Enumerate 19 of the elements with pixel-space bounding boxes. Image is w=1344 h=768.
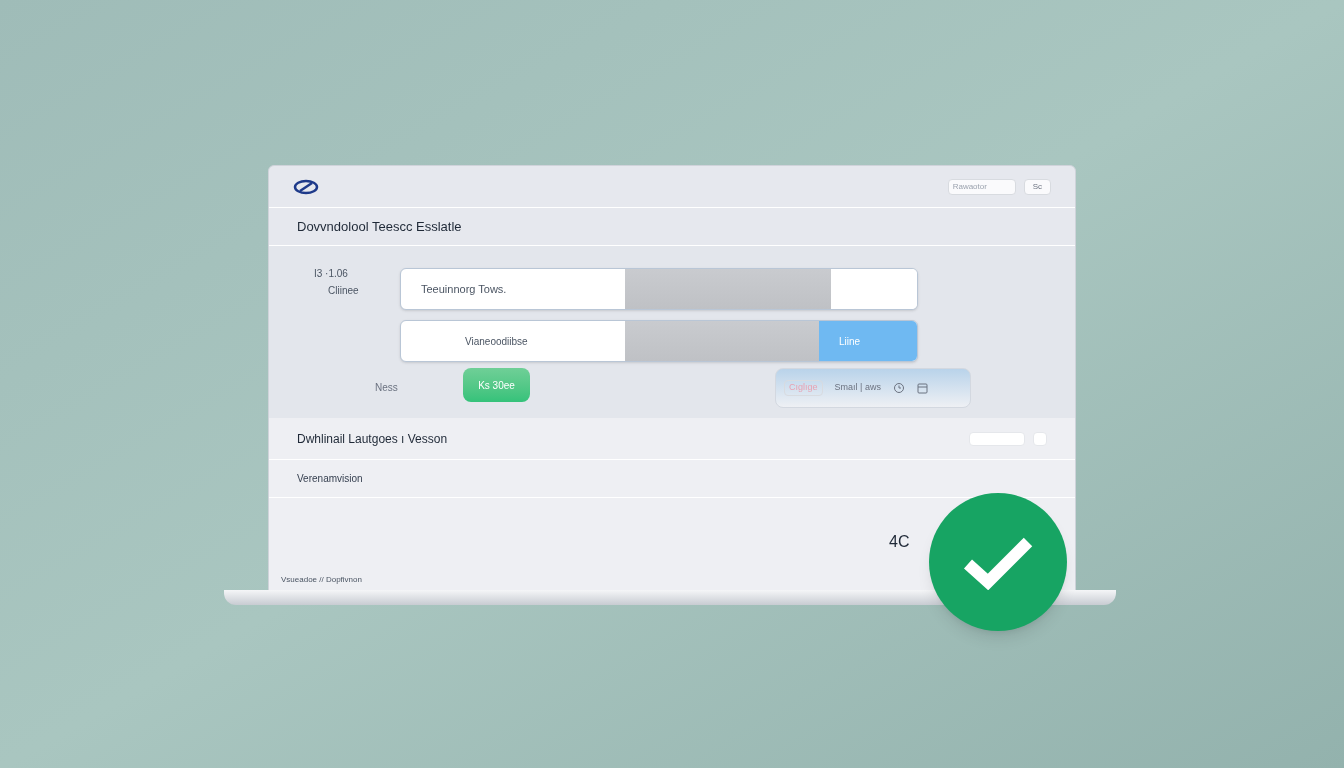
value-text: 4C [889, 532, 910, 552]
header-button[interactable]: Sc [1023, 178, 1051, 195]
footer-text: Vsueadoe // Dopfivnon [281, 574, 362, 586]
text-field[interactable]: Teeuinnorg Tows. [400, 268, 918, 310]
page-title: Dovvndolool Teescc Esslatle [297, 217, 462, 236]
form-label: I3 ·1.06 [314, 267, 348, 281]
section-title: Dwhlinail Lautgoes ı Vesson [297, 430, 448, 448]
search-field[interactable]: Rawaotor [947, 178, 1016, 195]
form-label: Ness [375, 381, 398, 395]
calendar-icon[interactable] [916, 382, 928, 394]
form-label: Cliinee [328, 284, 359, 298]
logo-icon [293, 178, 319, 195]
input-field[interactable] [969, 431, 1025, 446]
toolbar-text: Smaıl | aws [834, 381, 881, 395]
tag-label: Cıglıge [784, 380, 823, 396]
section-subtitle: Verenamvision [297, 472, 363, 486]
checkbox[interactable] [1033, 431, 1047, 446]
clock-icon[interactable] [892, 382, 905, 394]
text-field[interactable]: Vianeoodiibse Liine [400, 320, 918, 362]
